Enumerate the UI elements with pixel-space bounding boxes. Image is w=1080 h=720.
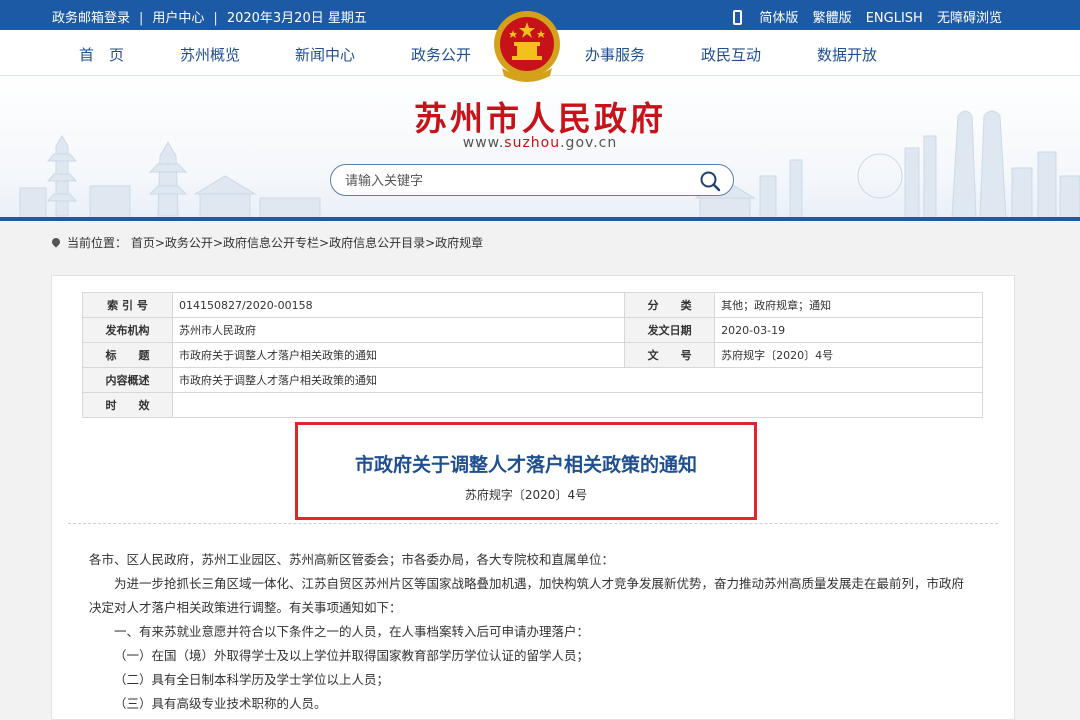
site-title: 苏州市人民政府 xyxy=(414,99,666,138)
document-meta-table: 索 引 号 014150827/2020-00158 分 类 其他；政府规章；通… xyxy=(82,292,983,418)
nav-home[interactable]: 首 页 xyxy=(79,44,124,65)
divider xyxy=(68,523,998,524)
table-row: 内容概述 市政府关于调整人才落户相关政策的通知 xyxy=(82,367,983,393)
validity-label: 时 效 xyxy=(82,392,173,418)
nav-open-data[interactable]: 数据开放 xyxy=(817,44,877,65)
title-label: 标 题 xyxy=(82,342,173,368)
nav-interaction[interactable]: 政民互动 xyxy=(701,44,761,65)
category-label: 分 类 xyxy=(624,292,716,318)
table-row: 标 题 市政府关于调整人才落户相关政策的通知 文 号 苏府规字〔2020〕4号 xyxy=(82,342,983,368)
breadcrumb-info-column[interactable]: 政府信息公开专栏 xyxy=(223,236,319,250)
index-value: 014150827/2020-00158 xyxy=(171,292,626,318)
top-bar-left: 政务邮箱登录 | 用户中心 | 2020年3月20日 星期五 xyxy=(52,7,367,26)
summary-value: 市政府关于调整人才落户相关政策的通知 xyxy=(172,367,983,393)
validity-value xyxy=(172,392,983,418)
mobile-phone-icon[interactable] xyxy=(733,10,743,25)
category-value: 其他；政府规章；通知 xyxy=(714,292,983,318)
breadcrumb-prefix: 当前位置： xyxy=(67,236,128,250)
document-number: 苏府规字〔2020〕4号 xyxy=(464,488,588,502)
top-bar-right: 简体版 繁體版 ENGLISH 无障碍浏览 xyxy=(723,7,1002,26)
divider: | xyxy=(213,11,218,26)
table-row: 索 引 号 014150827/2020-00158 分 类 其他；政府规章；通… xyxy=(82,292,983,318)
title-value: 市政府关于调整人才落户相关政策的通知 xyxy=(171,342,626,368)
issue-date-value: 2020-03-19 xyxy=(714,317,983,343)
issuer-value: 苏州市人民政府 xyxy=(171,317,626,343)
user-center-link[interactable]: 用户中心 xyxy=(152,7,204,26)
lang-english-link[interactable]: ENGLISH xyxy=(866,11,923,26)
issuer-label: 发布机构 xyxy=(82,317,173,343)
lang-simplified-link[interactable]: 简体版 xyxy=(759,11,798,26)
site-banner: 苏州市人民政府 www.suzhou.gov.cn xyxy=(0,76,1080,222)
index-label: 索 引 号 xyxy=(82,292,173,318)
national-emblem-icon xyxy=(494,11,560,82)
paragraph: （一）在国（境）外取得学士及以上学位并取得国家教育部学历学位认证的留学人员； xyxy=(114,648,590,663)
nav-overview[interactable]: 苏州概览 xyxy=(180,44,240,65)
issue-date-label: 发文日期 xyxy=(624,317,716,343)
search-icon[interactable] xyxy=(699,170,721,192)
table-row: 时 效 xyxy=(82,392,983,418)
paragraph: （二）具有全日制本科学历及学士学位以上人员； xyxy=(114,672,390,687)
location-pin-icon xyxy=(50,236,62,248)
document-title: 市政府关于调整人才落户相关政策的通知 xyxy=(354,454,697,476)
search-input[interactable] xyxy=(345,171,685,191)
breadcrumb-gov-affairs[interactable]: 政务公开 xyxy=(165,236,213,250)
search-box xyxy=(330,164,734,196)
nav-gov-affairs[interactable]: 政务公开 xyxy=(411,44,471,65)
table-row: 发布机构 苏州市人民政府 发文日期 2020-03-19 xyxy=(82,317,983,343)
doc-number-value: 苏府规字〔2020〕4号 xyxy=(714,342,983,368)
article-card: 索 引 号 014150827/2020-00158 分 类 其他；政府规章；通… xyxy=(51,275,1015,720)
lang-traditional-link[interactable]: 繁體版 xyxy=(813,11,852,26)
nav-services[interactable]: 办事服务 xyxy=(585,44,645,65)
doc-number-label: 文 号 xyxy=(624,342,716,368)
nav-news[interactable]: 新闻中心 xyxy=(295,44,355,65)
breadcrumb-regulations[interactable]: 政府规章 xyxy=(435,236,483,250)
divider: | xyxy=(139,11,144,26)
paragraph: 为进一步抢抓长三角区域一体化、江苏自贸区苏州片区等国家战略叠加机遇，加快构筑人才… xyxy=(89,576,965,615)
site-url: www.suzhou.gov.cn xyxy=(462,135,618,151)
paragraph: 各市、区人民政府，苏州工业园区、苏州高新区管委会；市各委办局，各大专院校和直属单… xyxy=(89,552,615,567)
breadcrumb-info-catalog[interactable]: 政府信息公开目录 xyxy=(329,236,425,250)
document-heading-highlight: 市政府关于调整人才落户相关政策的通知 苏府规字〔2020〕4号 xyxy=(295,422,757,520)
current-date: 2020年3月20日 星期五 xyxy=(226,11,367,26)
breadcrumb-bar: 当前位置： 首页>政务公开>政府信息公开专栏>政府信息公开目录>政府规章 xyxy=(0,221,1080,261)
paragraph: （三）具有高级专业技术职称的人员。 xyxy=(114,696,327,711)
breadcrumb-home[interactable]: 首页 xyxy=(131,236,155,250)
summary-label: 内容概述 xyxy=(82,367,173,393)
breadcrumb: 当前位置： 首页>政务公开>政府信息公开专栏>政府信息公开目录>政府规章 xyxy=(50,234,483,251)
mail-login-link[interactable]: 政务邮箱登录 xyxy=(52,7,130,26)
document-body: 各市、区人民政府，苏州工业园区、苏州高新区管委会；市各委办局，各大专院校和直属单… xyxy=(89,548,969,716)
paragraph: 一、有来苏就业意愿并符合以下条件之一的人员，在人事档案转入后可申请办理落户： xyxy=(114,624,590,639)
accessibility-link[interactable]: 无障碍浏览 xyxy=(937,11,1002,26)
